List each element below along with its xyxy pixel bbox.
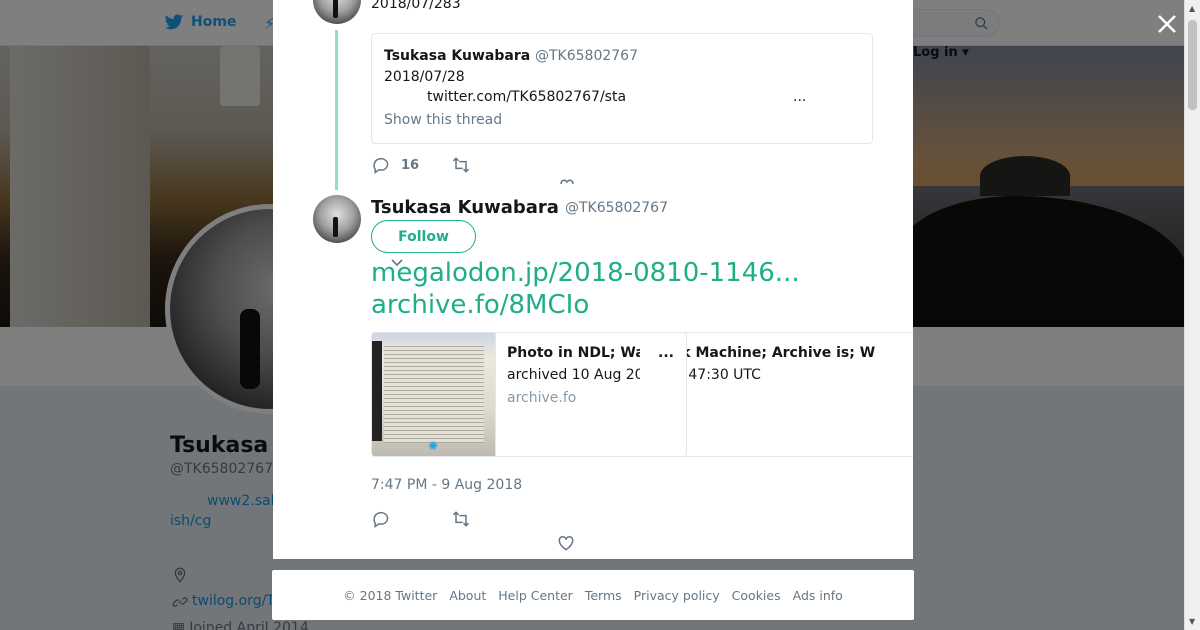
card-domain: archive.fo xyxy=(507,390,577,406)
footer-copyright: © 2018 Twitter xyxy=(343,587,438,603)
follow-button[interactable]: Follow xyxy=(371,220,476,253)
close-modal-button[interactable] xyxy=(1154,11,1180,37)
page-scrollbar[interactable]: ▲ ▼ xyxy=(1184,0,1200,630)
like-icon[interactable] xyxy=(556,533,576,553)
modal-footer: © 2018 Twitter About Help Center Terms P… xyxy=(272,570,914,620)
like-icon[interactable] xyxy=(559,178,575,184)
chevron-down-icon[interactable] xyxy=(391,258,403,268)
retweet-button[interactable] xyxy=(451,509,471,529)
reply-count: 16 xyxy=(401,157,420,173)
footer-help[interactable]: Help Center xyxy=(498,588,573,603)
footer-privacy[interactable]: Privacy policy xyxy=(634,588,720,603)
quoted-author-name: Tsukasa Kuwabara xyxy=(384,48,531,64)
thread-tweet-actions: 16 xyxy=(371,155,471,175)
card-description: archived 10 Aug 2018 02:47:30 UTC xyxy=(507,367,761,383)
card-thumbnail: ✺ xyxy=(372,333,496,456)
tweet-timestamp[interactable]: 7:47 PM - 9 Aug 2018 xyxy=(371,477,522,493)
footer-about[interactable]: About xyxy=(449,588,486,603)
thread-avatar[interactable] xyxy=(313,0,361,24)
quoted-author-handle: @TK65802767 xyxy=(535,48,638,64)
footer-cookies[interactable]: Cookies xyxy=(732,588,781,603)
quoted-text-date: 2018/07/28 xyxy=(384,69,465,85)
retweet-button[interactable] xyxy=(451,155,471,175)
quoted-url[interactable]: twitter.com/TK65802767/sta xyxy=(427,89,626,105)
tweet-actions xyxy=(371,509,471,529)
scroll-down-arrow-icon[interactable]: ▼ xyxy=(1189,617,1195,626)
footer-terms[interactable]: Terms xyxy=(585,588,622,603)
retweet-icon xyxy=(452,511,470,527)
thread-connector xyxy=(335,30,338,190)
scroll-up-arrow-icon[interactable]: ▲ xyxy=(1189,4,1195,13)
show-thread-link[interactable]: Show this thread xyxy=(384,112,502,128)
quoted-ellipsis: ... xyxy=(793,89,807,105)
reply-icon xyxy=(373,157,389,174)
quoted-tweet[interactable]: Tsukasa Kuwabara @TK65802767 2018/07/28 … xyxy=(371,33,873,144)
card-more-menu[interactable]: ... xyxy=(658,345,674,361)
tweet-text: megalodon.jp/2018-0810-1146... archive.f… xyxy=(371,257,800,321)
footer-ads[interactable]: Ads info xyxy=(793,588,843,603)
card-overflow: ... xyxy=(640,332,687,457)
reply-button[interactable] xyxy=(371,509,391,529)
thread-tweet-text: 2018/07/283 xyxy=(371,0,461,12)
retweet-icon xyxy=(452,157,470,173)
tweet-author-handle[interactable]: @TK65802767 xyxy=(565,200,668,216)
scrollbar-thumb[interactable] xyxy=(1188,20,1197,110)
close-icon xyxy=(1158,15,1176,33)
card-title: Photo in NDL; Wayback Machine; Archive i… xyxy=(507,345,876,361)
tweet-author-avatar[interactable] xyxy=(313,195,361,243)
tweet-link-megalodon[interactable]: megalodon.jp/2018-0810-1146... xyxy=(371,257,800,289)
reply-button[interactable]: 16 xyxy=(371,155,451,175)
tweet-author-name[interactable]: Tsukasa Kuwabara xyxy=(371,197,559,218)
reply-icon xyxy=(373,511,389,528)
loading-spinner-icon: ✺ xyxy=(428,439,439,453)
tweet-link-archive[interactable]: archive.fo/8MCIo xyxy=(371,289,800,321)
tweet-permalink-modal: 2018/07/283 Tsukasa Kuwabara @TK65802767… xyxy=(273,0,913,559)
